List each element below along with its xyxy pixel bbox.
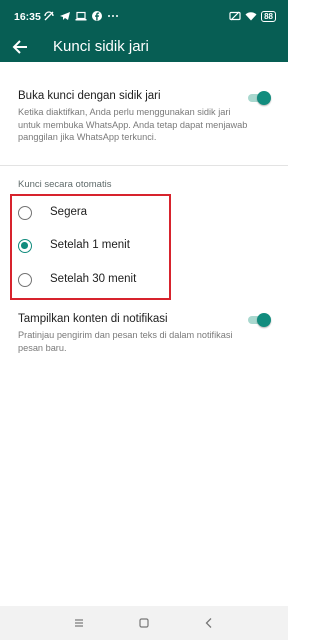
nfc-off-icon bbox=[44, 11, 54, 21]
status-right-icons: 88 bbox=[229, 10, 276, 22]
status-left-icons bbox=[43, 10, 119, 22]
radio-option-segera[interactable]: Segera bbox=[16, 201, 166, 225]
laptop-icon bbox=[75, 11, 87, 21]
telegram-icon bbox=[60, 12, 70, 20]
fingerprint-setting-title: Buka kunci dengan sidik jari bbox=[18, 90, 161, 102]
radio-label: Segera bbox=[50, 206, 88, 218]
status-time: 16:35 bbox=[14, 11, 41, 23]
section-divider bbox=[0, 165, 288, 166]
radio-button[interactable] bbox=[18, 273, 32, 287]
fingerprint-setting[interactable]: Buka kunci dengan sidik jari Ketika diak… bbox=[18, 89, 248, 144]
navigation-bar bbox=[0, 606, 288, 640]
fingerprint-setting-description: Ketika diaktifkan, Anda perlu menggunaka… bbox=[18, 107, 248, 142]
status-bar: 16:35 88 bbox=[0, 0, 288, 36]
radio-option-1-menit[interactable]: Setelah 1 menit bbox=[16, 234, 166, 258]
app-bar: Kunci sidik jari bbox=[0, 36, 288, 62]
notification-setting-description: Pratinjau pengirim dan pesan teks di dal… bbox=[18, 330, 233, 353]
radio-option-30-menit[interactable]: Setelah 30 menit bbox=[16, 268, 166, 292]
toggle-knob bbox=[257, 313, 271, 327]
back-chevron-icon[interactable] bbox=[201, 615, 217, 631]
notification-setting[interactable]: Tampilkan konten di notifikasi Pratinjau… bbox=[18, 312, 248, 354]
home-square-icon[interactable] bbox=[136, 615, 152, 631]
notification-toggle[interactable] bbox=[246, 313, 271, 327]
page-title: Kunci sidik jari bbox=[53, 38, 149, 55]
toggle-knob bbox=[257, 91, 271, 105]
auto-lock-section-title: Kunci secara otomatis bbox=[18, 179, 112, 190]
sim-off-icon bbox=[229, 11, 241, 21]
radio-label: Setelah 30 menit bbox=[50, 273, 137, 285]
wifi-icon bbox=[245, 12, 257, 21]
more-dots-icon bbox=[108, 15, 118, 17]
notification-setting-title: Tampilkan konten di notifikasi bbox=[18, 313, 168, 325]
battery-icon: 88 bbox=[261, 10, 276, 22]
fingerprint-toggle[interactable] bbox=[246, 91, 271, 105]
radio-label: Setelah 1 menit bbox=[50, 239, 130, 251]
menu-icon[interactable] bbox=[71, 615, 87, 631]
radio-button[interactable] bbox=[18, 206, 32, 220]
arrow-back-icon[interactable] bbox=[10, 36, 32, 58]
facebook-icon bbox=[92, 11, 102, 21]
radio-button-selected[interactable] bbox=[18, 239, 32, 253]
